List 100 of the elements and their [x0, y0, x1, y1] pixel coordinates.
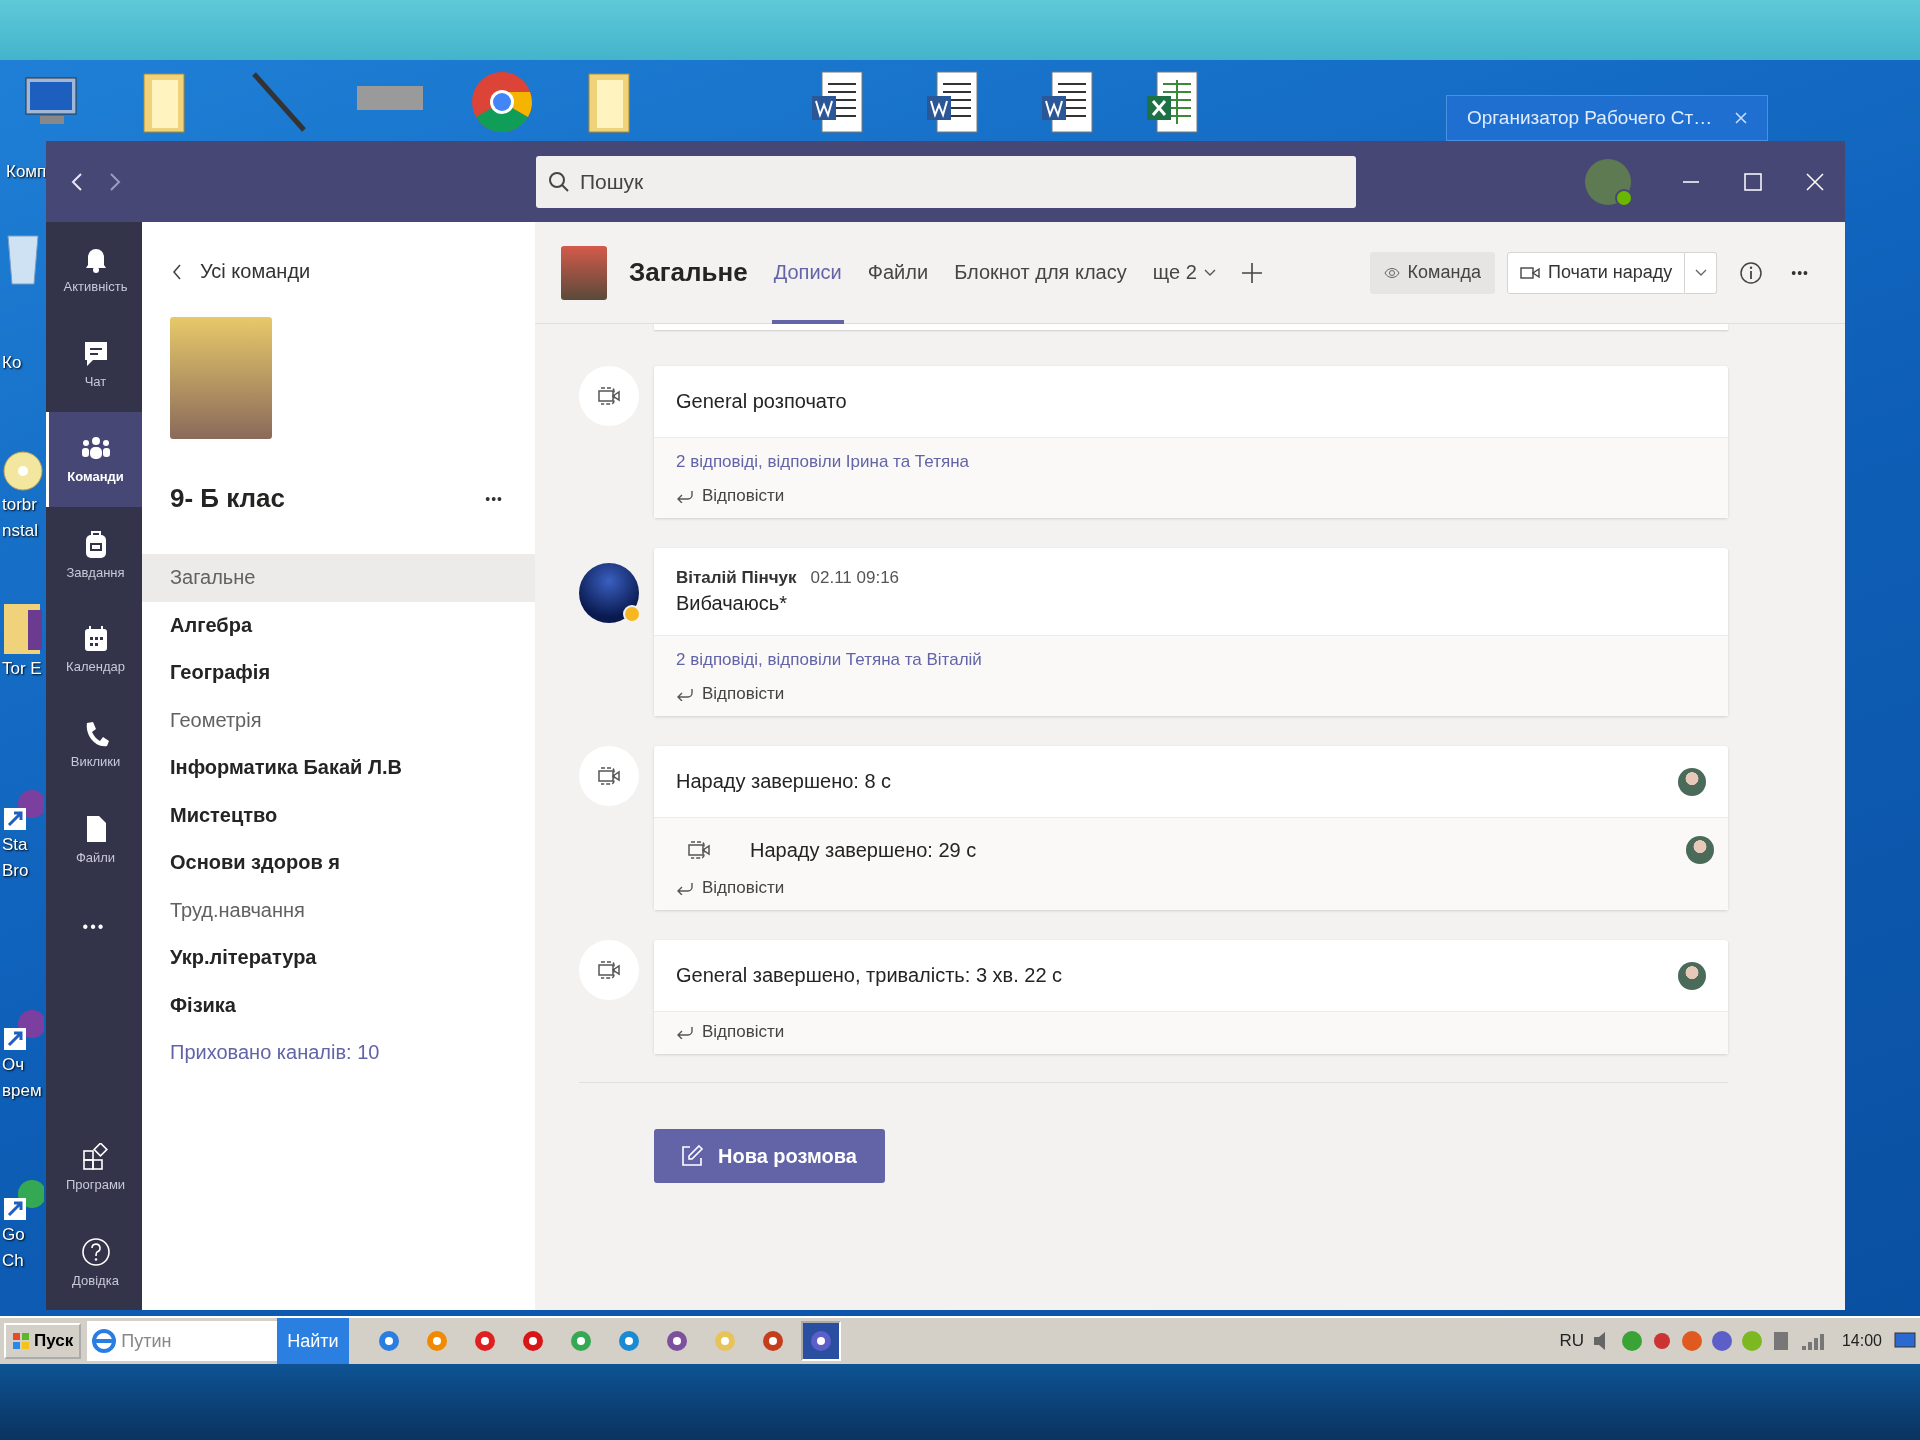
hidden-channels-link[interactable]: Приховано каналів: 10: [142, 1029, 380, 1064]
reply-arrow-icon: [676, 881, 694, 895]
search-icon: [548, 170, 570, 193]
rail-item[interactable]: Чат: [46, 317, 142, 412]
meeting-status: Нараду завершено: 8 с: [676, 770, 892, 793]
meeting-status: Нараду завершено: 29 с: [750, 838, 977, 862]
message-time: 02.11 09:16: [810, 568, 900, 588]
help-icon: [80, 1237, 111, 1267]
start-meeting-button[interactable]: Почати нараду: [1506, 251, 1686, 294]
replies-link[interactable]: 2 відповіді, відповіли Тетяна та Віталій: [676, 646, 982, 670]
windows-logo-icon: [12, 1332, 30, 1350]
rail-item[interactable]: Завдання: [46, 507, 142, 602]
author-name: Віталій Пінчук: [676, 568, 797, 588]
channel-tab[interactable]: Блокнот для класу: [952, 221, 1129, 324]
reply-button[interactable]: Відповісти: [676, 1022, 785, 1042]
author-avatar[interactable]: [579, 563, 639, 623]
add-tab-icon[interactable]: [1240, 261, 1263, 284]
app-icon: [520, 1329, 545, 1353]
browser-e-icon: [91, 1328, 118, 1354]
info-icon[interactable]: [1739, 260, 1764, 285]
chrome-icon[interactable]: [470, 70, 534, 134]
channel-item[interactable]: Укр.література: [142, 934, 535, 982]
compose-icon: [680, 1144, 704, 1168]
new-conversation-button[interactable]: Нова розмова: [654, 1129, 885, 1183]
search-field[interactable]: Пошук: [536, 155, 1356, 208]
taskbar-app-button[interactable]: [800, 1321, 841, 1361]
shortcut-icon[interactable]: [2, 790, 44, 832]
desktop-icon-label: Go Ch: [2, 1224, 26, 1272]
notification-title: Организатор Рабочего Ст…: [1467, 107, 1713, 129]
apps-icon: [81, 1143, 110, 1171]
disc-icon[interactable]: [2, 450, 44, 492]
app-icon: [376, 1329, 401, 1353]
desktop-icon-label: Sta Bro: [2, 834, 30, 882]
rail-item[interactable]: Довідка: [46, 1215, 142, 1310]
all-teams-link[interactable]: Усі команди: [142, 222, 535, 283]
team-button[interactable]: Команда: [1369, 251, 1495, 294]
channel-title: Загальне: [629, 257, 748, 288]
channel-item[interactable]: Загальне: [142, 554, 535, 602]
message-text: Вибачаюсь*: [676, 592, 788, 615]
chrome-shortcut-icon[interactable]: [2, 1180, 44, 1222]
video-camera-icon: [1519, 264, 1540, 281]
more-apps-button[interactable]: •••: [46, 887, 142, 967]
more-options-button[interactable]: •••: [1785, 263, 1815, 282]
channel-item[interactable]: Алгебра: [142, 601, 535, 649]
caret-icon: [1202, 267, 1217, 278]
show-desktop-icon[interactable]: [1894, 1331, 1916, 1351]
eye-icon: [1383, 265, 1400, 280]
video-camera-icon: [596, 764, 622, 788]
meeting-status: General завершено, тривалість: 3 хв. 22 с: [676, 964, 1063, 987]
channel-item[interactable]: Інформатика Бакай Л.В: [142, 744, 535, 792]
channel-item[interactable]: Основи здоров я: [142, 839, 535, 887]
app-icon: [424, 1329, 449, 1353]
search-button[interactable]: Найти: [277, 1318, 349, 1364]
caret-icon: [1693, 267, 1708, 278]
rail-item[interactable]: Календар: [46, 602, 142, 697]
reply-button[interactable]: Відповісти: [676, 684, 785, 704]
more-tabs-button[interactable]: ще 2: [1150, 221, 1219, 324]
clock[interactable]: 14:00: [1841, 1332, 1882, 1350]
rail-item[interactable]: Команди: [46, 412, 142, 507]
close-icon[interactable]: [1735, 112, 1747, 124]
desktop-icon-label: torbr nstal: [2, 494, 39, 542]
rail-item[interactable]: Виклики: [46, 697, 142, 792]
channel-item[interactable]: Геометрія: [142, 696, 535, 744]
address-field[interactable]: Путин: [87, 1321, 278, 1361]
chat-icon: [82, 340, 109, 368]
spreadsheet-icon[interactable]: [1145, 70, 1201, 134]
video-camera-icon: [686, 838, 712, 862]
channel-item[interactable]: Труд.навчання: [142, 886, 535, 934]
start-button[interactable]: Пуск: [4, 1323, 82, 1359]
reply-button[interactable]: Відповісти: [676, 878, 785, 898]
reply-button[interactable]: Відповісти: [676, 486, 785, 506]
word-document-icon[interactable]: [1040, 70, 1096, 134]
language-indicator[interactable]: RU: [1559, 1331, 1584, 1351]
notification-tab[interactable]: Организатор Рабочего Ст…: [1446, 95, 1768, 141]
channel-item[interactable]: Географія: [142, 649, 535, 697]
app-icon: [712, 1329, 737, 1353]
app-icon: [568, 1329, 593, 1353]
rail-item[interactable]: Файли: [46, 792, 142, 887]
user-avatar[interactable]: [1585, 158, 1631, 205]
desktop-icon-label: Комп: [6, 162, 47, 182]
channel-tab[interactable]: Файли: [865, 221, 931, 324]
channel-item[interactable]: Мистецтво: [142, 791, 535, 839]
app-icon: [472, 1329, 497, 1353]
video-camera-icon: [596, 958, 622, 982]
shortcut-icon[interactable]: [2, 1010, 44, 1052]
maximize-icon[interactable]: [1743, 171, 1763, 192]
reply-arrow-icon: [676, 1025, 694, 1039]
more-options-button[interactable]: •••: [479, 489, 509, 508]
rail-item[interactable]: Програми: [46, 1120, 142, 1215]
channel-item[interactable]: Фізика: [142, 981, 535, 1029]
rail-item[interactable]: Активність: [46, 222, 142, 317]
word-document-icon[interactable]: [925, 70, 981, 134]
team-name: 9- Б клас: [170, 483, 286, 514]
app-icon: [760, 1329, 785, 1353]
channel-photo-placeholder: [561, 245, 607, 300]
replies-link[interactable]: 2 відповіді, відповіли Ірина та Тетяна: [676, 448, 970, 472]
app-icon: [664, 1329, 689, 1353]
meeting-status: General розпочато: [676, 390, 847, 413]
word-document-icon[interactable]: [810, 70, 866, 134]
desktop-icon-label: Оч врем: [2, 1054, 43, 1102]
